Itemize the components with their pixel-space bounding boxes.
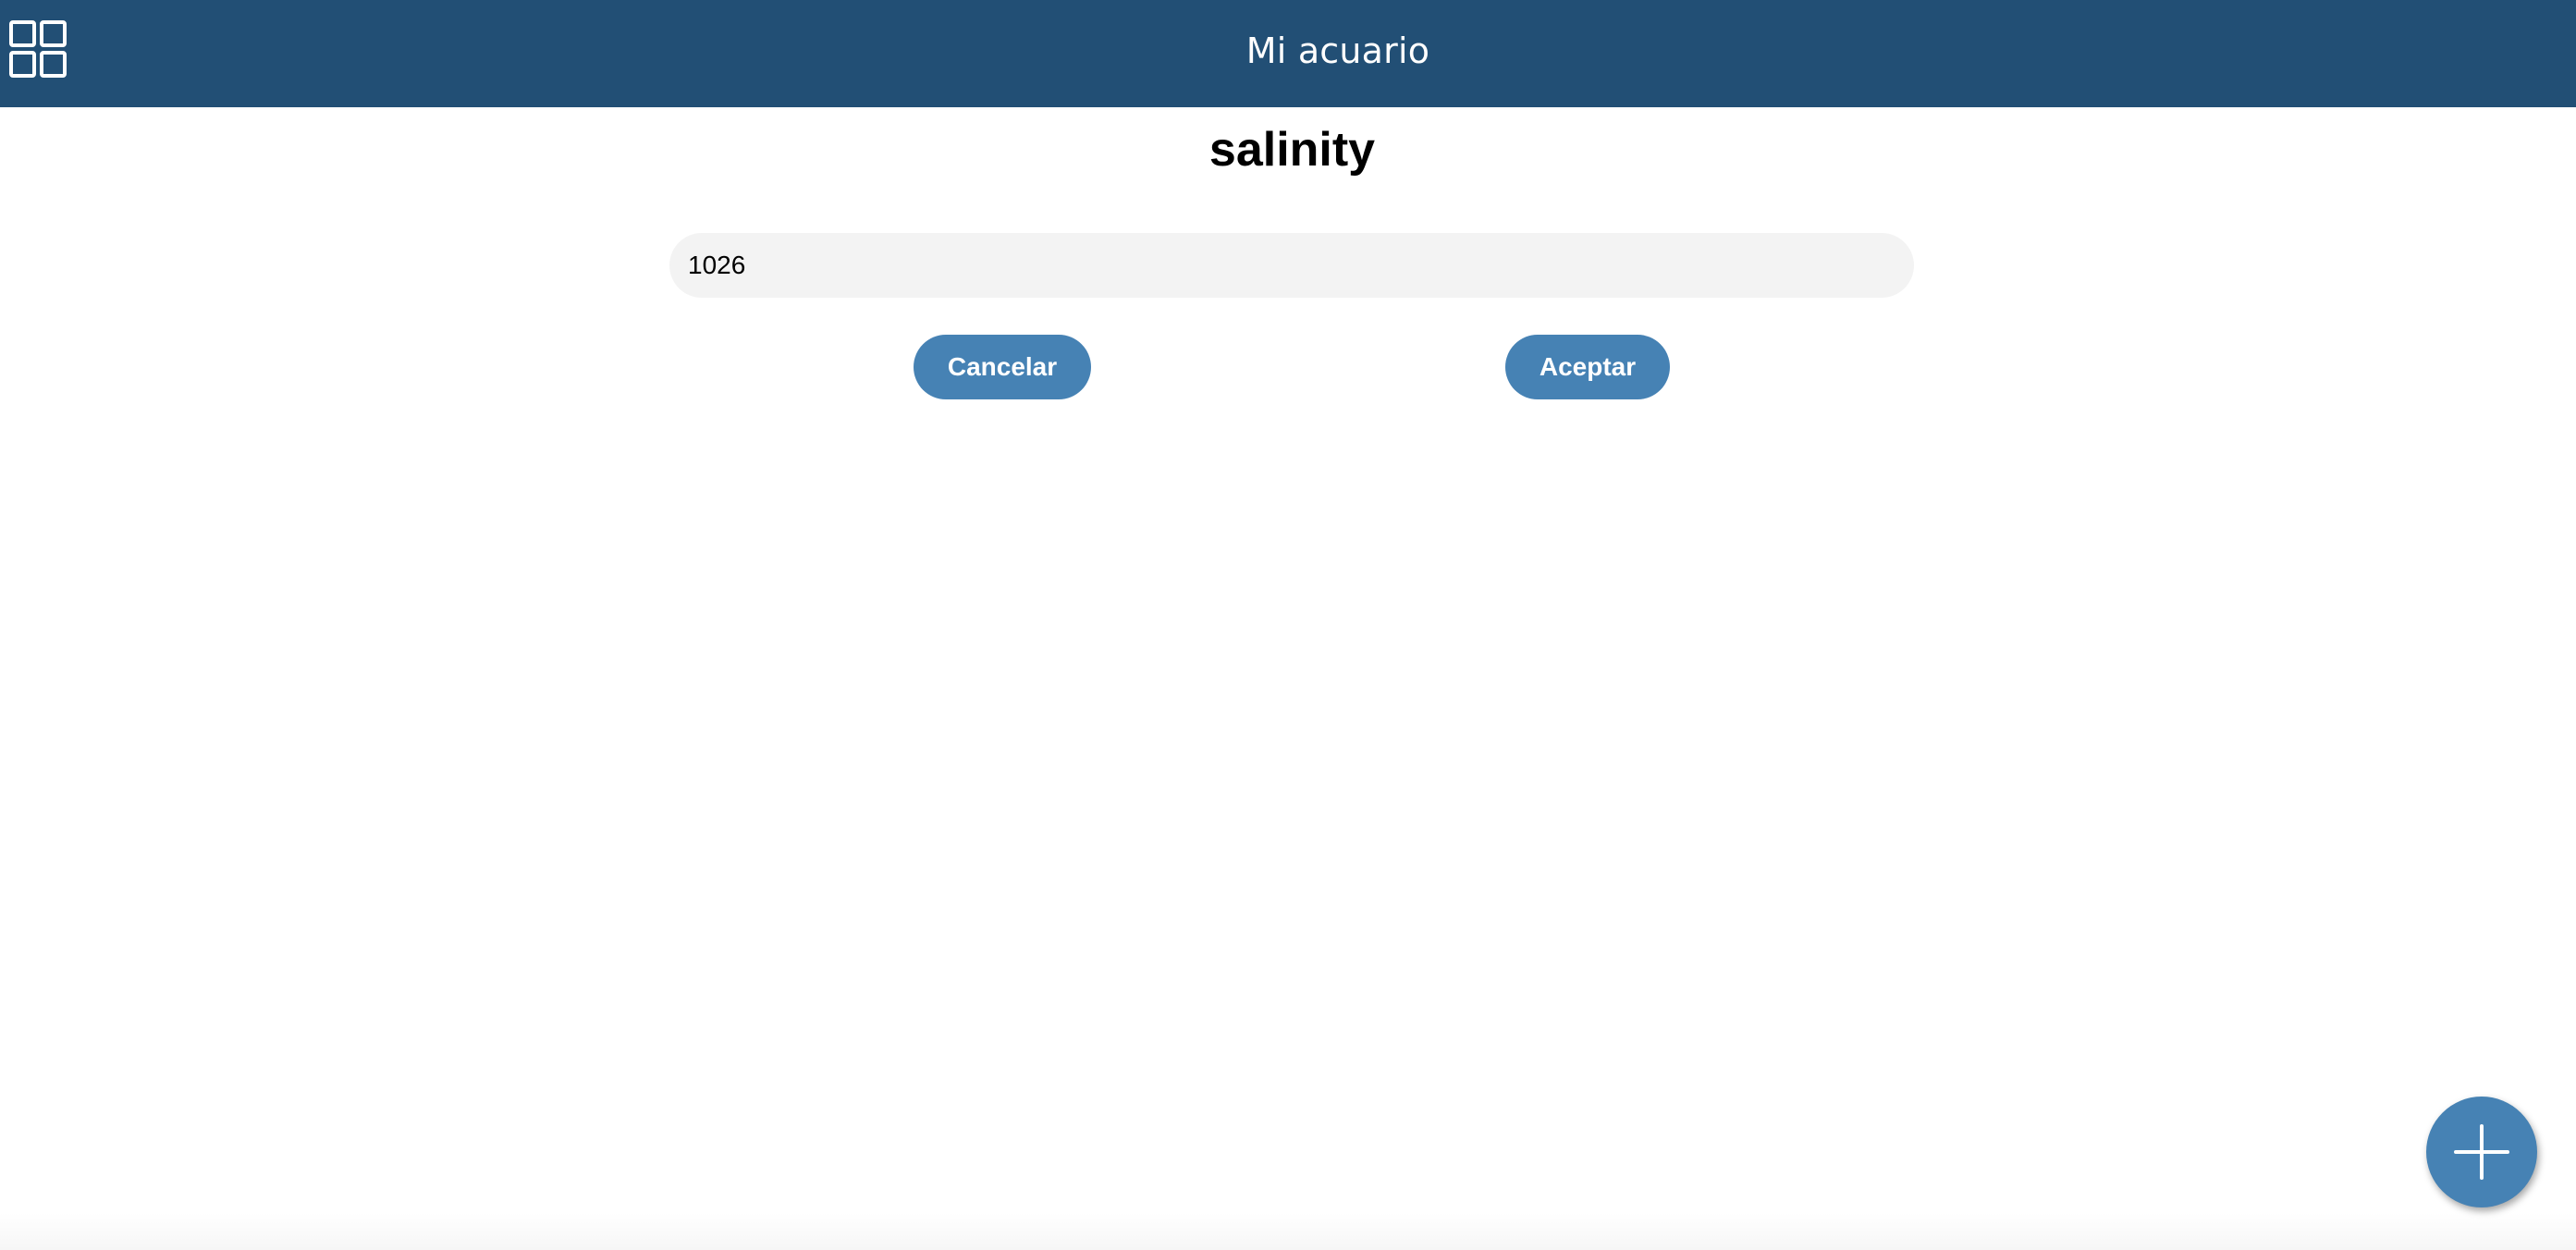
accept-button[interactable]: Aceptar [1505,335,1670,399]
value-input[interactable] [669,233,1914,298]
app-title: Mi acuario [1245,31,1430,71]
bottom-fade [0,1213,2576,1250]
plus-icon [2454,1124,2509,1180]
cancel-button[interactable]: Cancelar [914,335,1091,399]
page-title: salinity [1208,123,1376,177]
add-fab-button[interactable] [2426,1097,2537,1207]
top-app-bar: Mi acuario [0,0,2576,107]
app-page: Mi acuario salinity Cancelar Aceptar [0,0,2576,1250]
